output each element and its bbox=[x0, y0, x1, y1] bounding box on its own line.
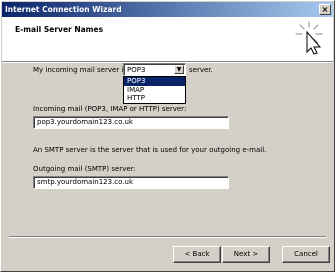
wizard-pointer-icon bbox=[295, 21, 323, 55]
incoming-type-value: POP3 bbox=[127, 66, 146, 74]
chevron-down-icon[interactable]: ▼ bbox=[174, 65, 184, 74]
incoming-server-input[interactable]: pop3.yourdomain123.co.uk bbox=[33, 116, 229, 129]
smtp-note: An SMTP server is the server that is use… bbox=[33, 146, 267, 154]
back-button[interactable]: < Back bbox=[173, 246, 221, 263]
incoming-type-suffix: server. bbox=[189, 66, 213, 74]
footer-divider bbox=[9, 236, 326, 238]
title-bar: Internet Connection Wizard × bbox=[2, 2, 333, 17]
incoming-type-label: My incoming mail server is a bbox=[33, 66, 134, 74]
close-button[interactable]: × bbox=[319, 4, 331, 15]
outgoing-server-label: Outgoing mail (SMTP) server: bbox=[33, 165, 136, 173]
dropdown-option-http[interactable]: HTTP bbox=[124, 94, 185, 103]
wizard-header: E-mail Server Names bbox=[2, 17, 333, 62]
cancel-button[interactable]: Cancel bbox=[282, 246, 330, 263]
window-title: Internet Connection Wizard bbox=[5, 5, 122, 14]
page-title: E-mail Server Names bbox=[15, 25, 104, 34]
dropdown-option-imap[interactable]: IMAP bbox=[124, 86, 185, 95]
incoming-type-select[interactable]: POP3 ▼ bbox=[123, 63, 186, 76]
next-button[interactable]: Next > bbox=[222, 246, 270, 263]
outgoing-server-input[interactable]: smtp.yourdomain123.co.uk bbox=[33, 176, 229, 189]
dropdown-option-pop3[interactable]: POP3 bbox=[124, 77, 185, 86]
incoming-server-label: Incoming mail (POP3, IMAP or HTTP) serve… bbox=[33, 105, 187, 113]
wizard-window: Internet Connection Wizard × E-mail Serv… bbox=[0, 0, 335, 272]
incoming-type-dropdown: POP3 IMAP HTTP bbox=[123, 76, 186, 104]
